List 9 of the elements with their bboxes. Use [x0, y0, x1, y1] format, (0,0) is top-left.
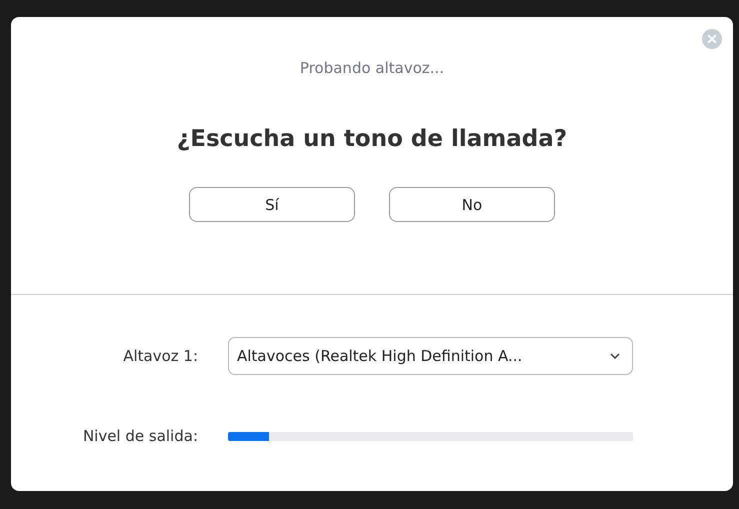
- caret-icon: [610, 353, 620, 359]
- answer-button[interactable]: No: [389, 187, 555, 222]
- question-heading: ¿Escucha un tono de llamada?: [176, 126, 568, 152]
- answer-button[interactable]: Sí: [189, 187, 355, 222]
- speaker-dropdown[interactable]: Altavoces (Realtek High Definition A...: [228, 337, 633, 375]
- close-icon[interactable]: [702, 29, 722, 49]
- status-text: Probando altavoz...: [300, 59, 444, 77]
- field-label: Altavoz 1:: [123, 347, 198, 365]
- field-label: Nivel de salida:: [82, 427, 198, 445]
